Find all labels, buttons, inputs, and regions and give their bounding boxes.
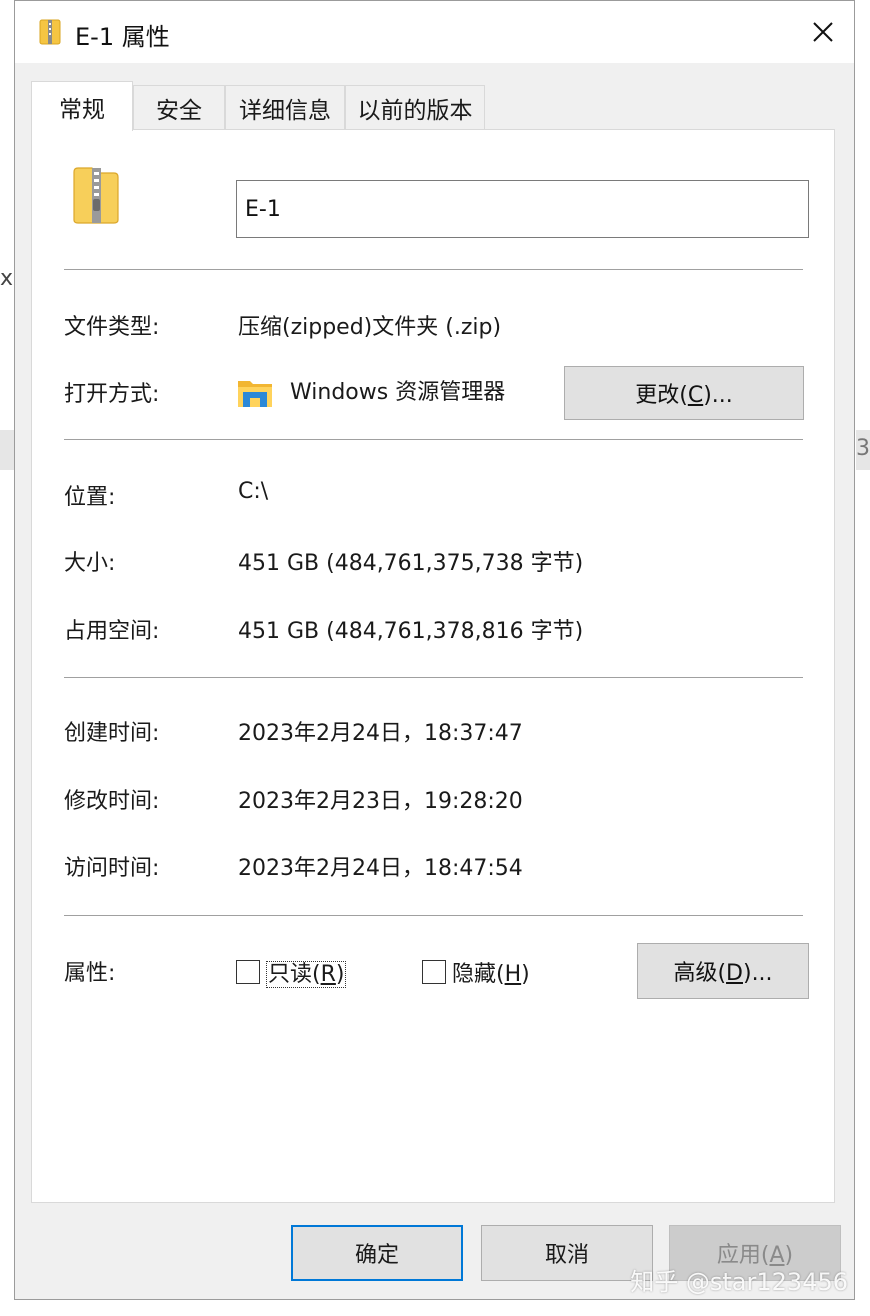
readonly-checkbox[interactable] [236,960,260,984]
change-button[interactable]: 更改(C)... [564,366,804,420]
created-value: 2023年2月24日，18:37:47 [238,721,523,746]
tab-security[interactable]: 安全 [133,85,225,129]
size-value: 451 GB (484,761,375,738 字节) [238,551,584,576]
location-value: C:\ [238,479,269,504]
file-type-value: 压缩(zipped)文件夹 (.zip) [238,315,502,340]
file-name-input[interactable] [236,180,809,238]
cancel-button[interactable]: 取消 [481,1225,653,1281]
window-title: E-1 属性 [75,23,170,51]
open-with-app-name: Windows 资源管理器 [290,380,506,405]
location-label: 位置: [64,485,116,510]
change-button-label: 更改(C)... [635,383,733,408]
created-label: 创建时间: [64,721,160,746]
properties-dialog: E-1 属性 常规 安全 详细信息 以前的版本 文件类型: 压缩(zipped)… [14,0,855,1300]
tab-details[interactable]: 详细信息 [225,85,345,129]
watermark: 知乎 @star123456 [630,1268,848,1296]
size-on-disk-label: 占用空间: [64,619,160,644]
divider [64,439,803,440]
advanced-button[interactable]: 高级(D)... [637,943,809,999]
file-explorer-icon [238,381,272,407]
open-with-label: 打开方式: [64,382,160,407]
modified-value: 2023年2月23日，19:28:20 [238,789,523,814]
size-on-disk-value: 451 GB (484,761,378,816 字节) [238,619,584,644]
tab-previous-versions[interactable]: 以前的版本 [345,85,485,129]
close-icon [813,22,833,42]
divider [64,915,803,916]
title-bar: E-1 属性 [15,1,854,63]
divider [64,677,803,678]
attributes-label: 属性: [64,961,116,986]
readonly-label[interactable]: 只读(R) [266,956,347,988]
accessed-value: 2023年2月24日，18:47:54 [238,856,523,881]
accessed-label: 访问时间: [64,856,160,881]
size-label: 大小: [64,551,116,576]
divider [64,269,803,270]
advanced-button-label: 高级(D)... [673,961,773,986]
background-text: 3 [856,436,870,461]
modified-label: 修改时间: [64,789,160,814]
tab-general[interactable]: 常规 [31,81,133,131]
hidden-label[interactable]: 隐藏(H) [452,956,530,988]
zip-folder-icon [73,167,119,224]
close-button[interactable] [792,1,854,63]
general-tab-panel: 文件类型: 压缩(zipped)文件夹 (.zip) 打开方式: Windows… [31,129,835,1203]
hidden-checkbox[interactable] [422,960,446,984]
file-type-label: 文件类型: [64,315,160,340]
zip-folder-icon [39,19,61,45]
ok-button[interactable]: 确定 [291,1225,463,1281]
background-strip [0,430,14,470]
